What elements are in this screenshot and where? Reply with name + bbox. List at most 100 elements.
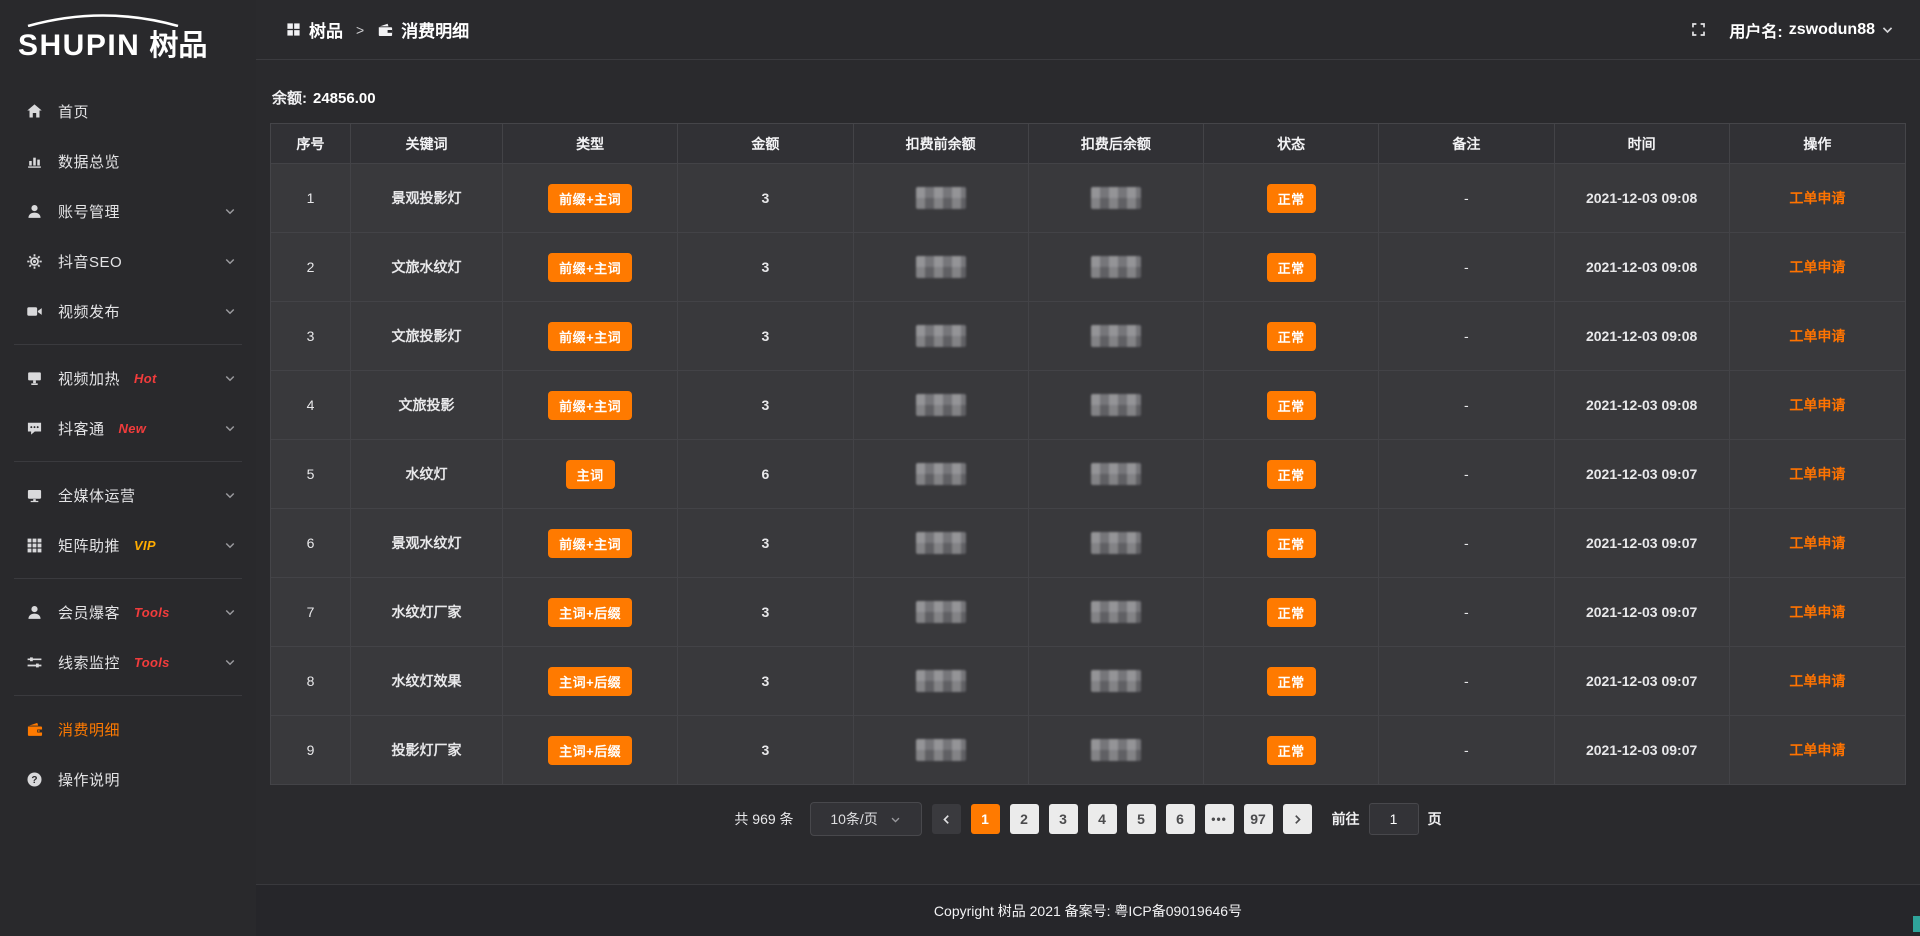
ticket-request-link[interactable]: 工单申请	[1789, 188, 1845, 208]
amount-cell: 3	[678, 371, 853, 440]
type-cell: 前缀+主词	[503, 302, 678, 371]
row-index-cell: 2	[271, 233, 351, 302]
breadcrumb-root[interactable]: 树品	[286, 17, 343, 42]
sidebar-item-account-management[interactable]: 账号管理	[0, 186, 256, 236]
redacted-balance-before	[916, 670, 966, 692]
sidebar-item-label: 账号管理	[58, 201, 120, 222]
type-badge: 前缀+主词	[548, 322, 632, 351]
balance-after-cell	[1029, 371, 1204, 440]
sidebar-item-member-burst[interactable]: 会员爆客 Tools	[0, 587, 256, 637]
new-tag: New	[119, 421, 147, 436]
ticket-request-link[interactable]: 工单申请	[1789, 671, 1845, 691]
table-body: 1景观投影灯前缀+主词3正常-2021-12-03 09:08工单申请2文旅水纹…	[271, 164, 1905, 785]
goto-page-input[interactable]	[1369, 803, 1419, 835]
type-badge: 前缀+主词	[548, 253, 632, 282]
keyword-cell: 文旅投影灯	[351, 302, 503, 371]
username-label: 用户名:	[1729, 18, 1782, 42]
gear-icon	[26, 253, 43, 270]
fullscreen-icon[interactable]	[1690, 21, 1707, 38]
redacted-balance-after	[1091, 394, 1141, 416]
amount-cell: 3	[678, 578, 853, 647]
table-row: 9投影灯厂家主词+后缀3正常-2021-12-03 09:07工单申请	[271, 716, 1905, 785]
action-cell: 工单申请	[1730, 371, 1905, 440]
ticket-request-link[interactable]: 工单申请	[1789, 464, 1845, 484]
page-size-select[interactable]: 10条/页	[810, 802, 922, 836]
chevron-down-icon	[1881, 23, 1894, 36]
question-circle-icon: ?	[26, 771, 43, 788]
sidebar-item-video-heat[interactable]: 视频加热 Hot	[0, 353, 256, 403]
balance-after-cell	[1029, 716, 1204, 785]
type-badge: 主词+后缀	[548, 667, 632, 696]
action-cell: 工单申请	[1730, 233, 1905, 302]
status-cell: 正常	[1204, 164, 1379, 233]
breadcrumb-current[interactable]: 消费明细	[377, 17, 469, 42]
page-button[interactable]: 2	[1010, 804, 1039, 834]
page-button[interactable]: 5	[1127, 804, 1156, 834]
home-icon	[26, 103, 43, 120]
balance-before-cell	[854, 647, 1029, 716]
sidebar-item-label: 全媒体运营	[58, 485, 136, 506]
sidebar-item-label: 操作说明	[58, 769, 120, 790]
sidebar-item-label: 矩阵助推	[58, 535, 120, 556]
table-row: 3文旅投影灯前缀+主词3正常-2021-12-03 09:08工单申请	[271, 302, 1905, 371]
time-cell: 2021-12-03 09:08	[1555, 233, 1730, 302]
keyword-cell: 水纹灯厂家	[351, 578, 503, 647]
ticket-request-link[interactable]: 工单申请	[1789, 533, 1845, 553]
type-cell: 前缀+主词	[503, 509, 678, 578]
ticket-request-link[interactable]: 工单申请	[1789, 395, 1845, 415]
scrollbar-artifact	[1913, 916, 1920, 932]
sidebar-item-consumption-detail[interactable]: 消费明细	[0, 704, 256, 754]
time-cell: 2021-12-03 09:08	[1555, 164, 1730, 233]
sidebar-item-all-media[interactable]: 全媒体运营	[0, 470, 256, 520]
video-camera-icon	[26, 303, 43, 320]
sidebar-item-douyin-seo[interactable]: 抖音SEO	[0, 236, 256, 286]
remark-cell: -	[1379, 440, 1554, 509]
ticket-request-link[interactable]: 工单申请	[1789, 326, 1845, 346]
svg-text:?: ?	[31, 774, 37, 785]
nav-divider	[14, 578, 242, 579]
sidebar-item-instructions[interactable]: ? 操作说明	[0, 754, 256, 804]
topbar-right: 用户名: zswodun88	[1690, 18, 1894, 42]
page-button[interactable]: 6	[1166, 804, 1195, 834]
sidebar-item-data-overview[interactable]: 数据总览	[0, 136, 256, 186]
redacted-balance-before	[916, 601, 966, 623]
ticket-request-link[interactable]: 工单申请	[1789, 257, 1845, 277]
redacted-balance-before	[916, 739, 966, 761]
page-button[interactable]: 97	[1244, 804, 1273, 834]
pagination: 共 969 条 10条/页 123456•••97 前往 页	[270, 802, 1906, 836]
chevron-down-icon	[890, 814, 901, 825]
keyword-cell: 水纹灯	[351, 440, 503, 509]
page-button[interactable]: 3	[1049, 804, 1078, 834]
type-cell: 前缀+主词	[503, 233, 678, 302]
action-cell: 工单申请	[1730, 578, 1905, 647]
sidebar-item-lead-monitor[interactable]: 线索监控 Tools	[0, 637, 256, 687]
column-header: 扣费后余额	[1029, 124, 1204, 164]
status-cell: 正常	[1204, 440, 1379, 509]
type-badge: 前缀+主词	[548, 529, 632, 558]
prev-page-button[interactable]	[932, 804, 961, 834]
user-dropdown[interactable]: 用户名: zswodun88	[1729, 18, 1894, 42]
next-page-button[interactable]	[1283, 804, 1312, 834]
wallet-icon	[26, 721, 43, 738]
ticket-request-link[interactable]: 工单申请	[1789, 740, 1845, 760]
ticket-request-link[interactable]: 工单申请	[1789, 602, 1845, 622]
sidebar-item-label: 抖客通	[58, 418, 105, 439]
redacted-balance-after	[1091, 187, 1141, 209]
remark-cell: -	[1379, 647, 1554, 716]
redacted-balance-after	[1091, 532, 1141, 554]
more-pages-button[interactable]: •••	[1205, 804, 1234, 834]
action-cell: 工单申请	[1730, 647, 1905, 716]
goto-page: 前往 页	[1332, 803, 1442, 835]
breadcrumb-current-label: 消费明细	[401, 17, 469, 42]
sidebar-item-home[interactable]: 首页	[0, 86, 256, 136]
page-button[interactable]: 1	[971, 804, 1000, 834]
logo[interactable]: SHUPIN 树品	[0, 10, 256, 70]
keyword-cell: 景观水纹灯	[351, 509, 503, 578]
tools-tag: Tools	[134, 605, 170, 620]
dashboard-icon	[286, 22, 301, 37]
sidebar-item-video-publish[interactable]: 视频发布	[0, 286, 256, 336]
sidebar-item-doukewtong[interactable]: 抖客通 New	[0, 403, 256, 453]
sidebar-item-matrix-boost[interactable]: 矩阵助推 VIP	[0, 520, 256, 570]
page-button[interactable]: 4	[1088, 804, 1117, 834]
status-badge: 正常	[1267, 460, 1316, 489]
